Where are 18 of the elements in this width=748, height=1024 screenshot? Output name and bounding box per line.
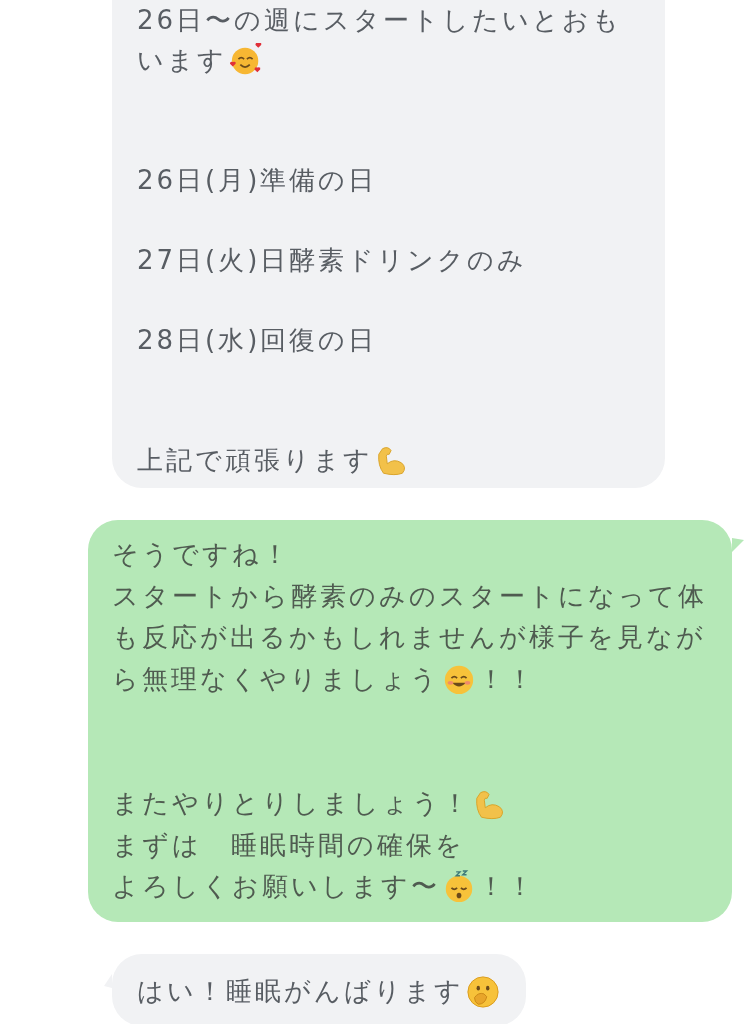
- message-text: 上記で頑張ります: [137, 443, 373, 477]
- message-text: ！！: [478, 870, 536, 904]
- message-text: ！！: [478, 662, 536, 696]
- smiling-face-with-hearts-icon: [229, 43, 263, 77]
- message-text: 26日(月)準備の日: [137, 163, 378, 197]
- face-with-hand-over-mouth-icon: [466, 974, 500, 1009]
- message-text: ら無理なくやりましょう: [112, 662, 440, 696]
- message-text: そうですね！: [112, 538, 291, 572]
- message-text: まずは 睡眠時間の確保を: [112, 828, 465, 862]
- message-text: スタートから酵素のみのスタートになって体: [112, 579, 707, 613]
- message-text: 26日〜の週にスタートしたいとおも: [137, 3, 623, 37]
- message-text: よろしくお願いします〜: [112, 870, 440, 904]
- message-text: はい！睡眠がんばります: [137, 975, 464, 1008]
- message-text: も反応が出るかもしれませんが様子を見なが: [112, 621, 706, 655]
- message-text: います: [137, 43, 227, 77]
- message-text: またやりとりしましょう！: [112, 787, 471, 821]
- message-text: 28日(水)回復の日: [137, 323, 378, 357]
- message-text: 27日(火)日酵素ドリンクのみ: [137, 243, 528, 277]
